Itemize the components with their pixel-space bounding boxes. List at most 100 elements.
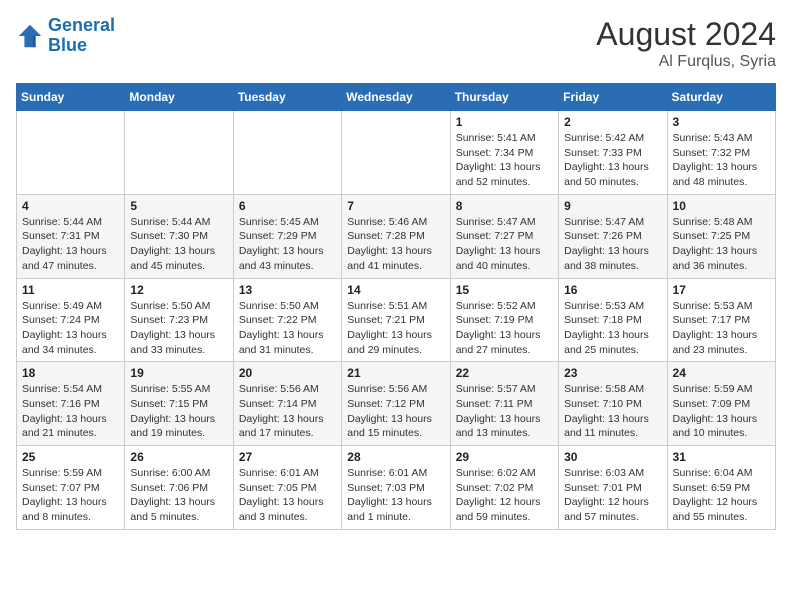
day-info: Sunrise: 5:50 AM Sunset: 7:22 PM Dayligh… xyxy=(239,299,336,358)
calendar-cell: 30 Sunrise: 6:03 AM Sunset: 7:01 PM Dayli… xyxy=(559,446,667,530)
day-info: Sunrise: 5:58 AM Sunset: 7:10 PM Dayligh… xyxy=(564,382,661,441)
calendar-cell: 8 Sunrise: 5:47 AM Sunset: 7:27 PM Daylig… xyxy=(450,194,558,278)
location: Al Furqlus, Syria xyxy=(596,53,776,71)
calendar-body: 1 Sunrise: 5:41 AM Sunset: 7:34 PM Daylig… xyxy=(17,111,776,530)
calendar-cell: 21 Sunrise: 5:56 AM Sunset: 7:12 PM Dayli… xyxy=(342,362,450,446)
day-number: 4 xyxy=(22,199,119,213)
day-number: 16 xyxy=(564,283,661,297)
day-number: 21 xyxy=(347,366,444,380)
day-info: Sunrise: 5:43 AM Sunset: 7:32 PM Dayligh… xyxy=(673,131,770,190)
calendar-cell: 9Sunrise: 5:47 AM Sunset: 7:26 PM Daylig… xyxy=(559,194,667,278)
day-info: Sunrise: 5:41 AM Sunset: 7:34 PM Dayligh… xyxy=(456,131,553,190)
day-info: Sunrise: 6:03 AM Sunset: 7:01 PM Dayligh… xyxy=(564,466,661,525)
day-number: 20 xyxy=(239,366,336,380)
day-info: Sunrise: 5:47 AM Sunset: 7:27 PM Dayligh… xyxy=(456,215,553,274)
calendar-cell: 4 Sunrise: 5:44 AM Sunset: 7:31 PM Daylig… xyxy=(17,194,125,278)
day-number: 27 xyxy=(239,450,336,464)
logo-line1: General xyxy=(48,15,115,35)
page-header: General Blue August 2024 Al Furqlus, Syr… xyxy=(16,16,776,71)
day-number: 15 xyxy=(456,283,553,297)
calendar-cell: 27 Sunrise: 6:01 AM Sunset: 7:05 PM Dayli… xyxy=(233,446,341,530)
weekday-saturday: Saturday xyxy=(667,84,775,111)
calendar-cell: 20 Sunrise: 5:56 AM Sunset: 7:14 PM Dayli… xyxy=(233,362,341,446)
day-number: 3 xyxy=(673,115,770,129)
calendar-cell xyxy=(17,111,125,195)
week-row-2: 4 Sunrise: 5:44 AM Sunset: 7:31 PM Daylig… xyxy=(17,194,776,278)
day-number: 11 xyxy=(22,283,119,297)
calendar-table: SundayMondayTuesdayWednesdayThursdayFrid… xyxy=(16,83,776,530)
day-info: Sunrise: 5:53 AM Sunset: 7:17 PM Dayligh… xyxy=(673,299,770,358)
calendar-cell: 19Sunrise: 5:55 AM Sunset: 7:15 PM Dayli… xyxy=(125,362,233,446)
day-info: Sunrise: 5:44 AM Sunset: 7:31 PM Dayligh… xyxy=(22,215,119,274)
day-number: 31 xyxy=(673,450,770,464)
week-row-1: 1 Sunrise: 5:41 AM Sunset: 7:34 PM Daylig… xyxy=(17,111,776,195)
day-number: 24 xyxy=(673,366,770,380)
day-info: Sunrise: 5:48 AM Sunset: 7:25 PM Dayligh… xyxy=(673,215,770,274)
day-info: Sunrise: 5:59 AM Sunset: 7:07 PM Dayligh… xyxy=(22,466,119,525)
weekday-friday: Friday xyxy=(559,84,667,111)
calendar-cell: 7Sunrise: 5:46 AM Sunset: 7:28 PM Daylig… xyxy=(342,194,450,278)
calendar-cell: 17Sunrise: 5:53 AM Sunset: 7:17 PM Dayli… xyxy=(667,278,775,362)
title-section: August 2024 Al Furqlus, Syria xyxy=(596,16,776,71)
calendar-cell: 18 Sunrise: 5:54 AM Sunset: 7:16 PM Dayli… xyxy=(17,362,125,446)
calendar-cell: 6 Sunrise: 5:45 AM Sunset: 7:29 PM Daylig… xyxy=(233,194,341,278)
logo: General Blue xyxy=(16,16,115,56)
day-number: 2 xyxy=(564,115,661,129)
day-info: Sunrise: 5:55 AM Sunset: 7:15 PM Dayligh… xyxy=(130,382,227,441)
calendar-cell: 15Sunrise: 5:52 AM Sunset: 7:19 PM Dayli… xyxy=(450,278,558,362)
day-info: Sunrise: 5:49 AM Sunset: 7:24 PM Dayligh… xyxy=(22,299,119,358)
calendar-cell xyxy=(233,111,341,195)
calendar-cell xyxy=(125,111,233,195)
day-info: Sunrise: 5:56 AM Sunset: 7:12 PM Dayligh… xyxy=(347,382,444,441)
day-number: 23 xyxy=(564,366,661,380)
day-info: Sunrise: 6:01 AM Sunset: 7:05 PM Dayligh… xyxy=(239,466,336,525)
day-number: 29 xyxy=(456,450,553,464)
day-number: 10 xyxy=(673,199,770,213)
weekday-header-row: SundayMondayTuesdayWednesdayThursdayFrid… xyxy=(17,84,776,111)
day-number: 7 xyxy=(347,199,444,213)
day-info: Sunrise: 6:04 AM Sunset: 6:59 PM Dayligh… xyxy=(673,466,770,525)
day-number: 9 xyxy=(564,199,661,213)
day-info: Sunrise: 5:50 AM Sunset: 7:23 PM Dayligh… xyxy=(130,299,227,358)
calendar-cell: 31 Sunrise: 6:04 AM Sunset: 6:59 PM Dayli… xyxy=(667,446,775,530)
calendar-cell: 16Sunrise: 5:53 AM Sunset: 7:18 PM Dayli… xyxy=(559,278,667,362)
calendar-cell: 10 Sunrise: 5:48 AM Sunset: 7:25 PM Dayli… xyxy=(667,194,775,278)
calendar-cell: 24Sunrise: 5:59 AM Sunset: 7:09 PM Dayli… xyxy=(667,362,775,446)
calendar-cell xyxy=(342,111,450,195)
day-number: 14 xyxy=(347,283,444,297)
day-number: 6 xyxy=(239,199,336,213)
day-info: Sunrise: 5:45 AM Sunset: 7:29 PM Dayligh… xyxy=(239,215,336,274)
calendar-cell: 14 Sunrise: 5:51 AM Sunset: 7:21 PM Dayli… xyxy=(342,278,450,362)
day-number: 5 xyxy=(130,199,227,213)
calendar-cell: 23 Sunrise: 5:58 AM Sunset: 7:10 PM Dayli… xyxy=(559,362,667,446)
calendar-cell: 26 Sunrise: 6:00 AM Sunset: 7:06 PM Dayli… xyxy=(125,446,233,530)
calendar-cell: 29 Sunrise: 6:02 AM Sunset: 7:02 PM Dayli… xyxy=(450,446,558,530)
day-info: Sunrise: 6:00 AM Sunset: 7:06 PM Dayligh… xyxy=(130,466,227,525)
calendar-cell: 13 Sunrise: 5:50 AM Sunset: 7:22 PM Dayli… xyxy=(233,278,341,362)
day-info: Sunrise: 5:54 AM Sunset: 7:16 PM Dayligh… xyxy=(22,382,119,441)
calendar-cell: 3 Sunrise: 5:43 AM Sunset: 7:32 PM Daylig… xyxy=(667,111,775,195)
week-row-4: 18 Sunrise: 5:54 AM Sunset: 7:16 PM Dayli… xyxy=(17,362,776,446)
calendar-cell: 22 Sunrise: 5:57 AM Sunset: 7:11 PM Dayli… xyxy=(450,362,558,446)
day-number: 22 xyxy=(456,366,553,380)
calendar-cell: 25 Sunrise: 5:59 AM Sunset: 7:07 PM Dayli… xyxy=(17,446,125,530)
calendar-cell: 12 Sunrise: 5:50 AM Sunset: 7:23 PM Dayli… xyxy=(125,278,233,362)
day-number: 1 xyxy=(456,115,553,129)
calendar-cell: 28Sunrise: 6:01 AM Sunset: 7:03 PM Dayli… xyxy=(342,446,450,530)
weekday-thursday: Thursday xyxy=(450,84,558,111)
day-info: Sunrise: 6:02 AM Sunset: 7:02 PM Dayligh… xyxy=(456,466,553,525)
calendar-cell: 2 Sunrise: 5:42 AM Sunset: 7:33 PM Daylig… xyxy=(559,111,667,195)
day-info: Sunrise: 5:42 AM Sunset: 7:33 PM Dayligh… xyxy=(564,131,661,190)
day-info: Sunrise: 5:56 AM Sunset: 7:14 PM Dayligh… xyxy=(239,382,336,441)
day-number: 8 xyxy=(456,199,553,213)
day-number: 18 xyxy=(22,366,119,380)
day-info: Sunrise: 5:51 AM Sunset: 7:21 PM Dayligh… xyxy=(347,299,444,358)
calendar-cell: 1 Sunrise: 5:41 AM Sunset: 7:34 PM Daylig… xyxy=(450,111,558,195)
day-number: 12 xyxy=(130,283,227,297)
day-number: 25 xyxy=(22,450,119,464)
day-number: 13 xyxy=(239,283,336,297)
day-info: Sunrise: 5:57 AM Sunset: 7:11 PM Dayligh… xyxy=(456,382,553,441)
day-number: 26 xyxy=(130,450,227,464)
day-number: 30 xyxy=(564,450,661,464)
logo-line2: Blue xyxy=(48,35,87,55)
